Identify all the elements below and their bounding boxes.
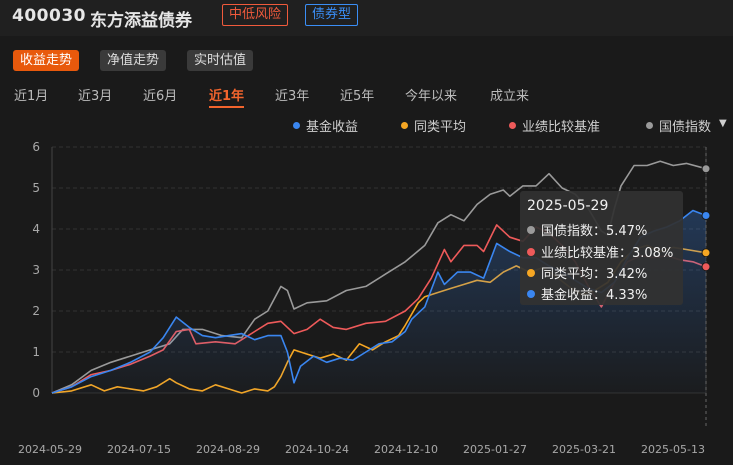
legend-fund-return[interactable]: 基金收益 bbox=[293, 116, 358, 135]
legend-treasury-index[interactable]: 国债指数 bbox=[646, 116, 711, 135]
tooltip-date: 2025-05-29 bbox=[527, 198, 609, 214]
x-tick-label: 2024-05-29 bbox=[18, 443, 82, 456]
fund-code: 400030 bbox=[12, 6, 86, 26]
y-tick-label: 6 bbox=[32, 140, 40, 154]
fund-name: 东方添益债券 bbox=[90, 11, 192, 31]
tooltip-peer-value: 同类平均：3.42% bbox=[541, 267, 648, 282]
y-tick-label: 0 bbox=[32, 386, 40, 400]
legend-dot-icon bbox=[646, 122, 653, 129]
chevron-down-icon[interactable]: ▼ bbox=[719, 118, 727, 129]
x-tick-label: 2024-10-24 bbox=[285, 443, 349, 456]
legend-dot-icon bbox=[293, 122, 300, 129]
period-3m[interactable]: 近3月 bbox=[78, 85, 112, 104]
legend-label: 业绩比较基准 bbox=[522, 120, 601, 135]
legend-dot-icon bbox=[509, 122, 516, 129]
type-badge: 债券型 bbox=[305, 4, 359, 26]
y-tick-label: 1 bbox=[32, 345, 40, 359]
tooltip-row-fund: 基金收益：4.33% bbox=[527, 284, 647, 303]
x-tick-label: 2024-07-15 bbox=[107, 443, 171, 456]
y-tick-label: 4 bbox=[32, 222, 40, 236]
legend-peer-average[interactable]: 同类平均 bbox=[401, 116, 466, 135]
tab-nav-trend[interactable]: 净值走势 bbox=[100, 50, 167, 71]
x-tick-label: 2024-08-29 bbox=[196, 443, 260, 456]
legend-label: 同类平均 bbox=[414, 120, 467, 135]
legend-dot-icon bbox=[401, 122, 408, 129]
legend-benchmark[interactable]: 业绩比较基准 bbox=[509, 116, 600, 135]
tooltip-treasury-value: 国债指数：5.47% bbox=[541, 224, 648, 239]
y-tick-label: 2 bbox=[32, 304, 40, 318]
risk-badge: 中低风险 bbox=[222, 4, 289, 26]
period-1y[interactable]: 近1年 bbox=[209, 85, 245, 108]
tooltip-dot-icon bbox=[527, 225, 535, 234]
y-tick-label: 5 bbox=[32, 181, 40, 195]
tooltip-row-benchmark: 业绩比较基准：3.08% bbox=[527, 242, 673, 261]
tab-realtime-estimate[interactable]: 实时估值 bbox=[187, 50, 254, 71]
x-tick-label: 2025-01-27 bbox=[463, 443, 527, 456]
x-tick-label: 2025-05-13 bbox=[641, 443, 705, 456]
x-tick-label: 2024-12-10 bbox=[374, 443, 438, 456]
hover-point bbox=[701, 248, 711, 258]
legend-label: 基金收益 bbox=[306, 120, 359, 135]
tooltip-dot-icon bbox=[527, 268, 535, 277]
tooltip-dot-icon bbox=[527, 289, 535, 298]
period-ytd[interactable]: 今年以来 bbox=[405, 85, 457, 104]
tooltip-dot-icon bbox=[527, 247, 535, 256]
tooltip-row-treasury: 国债指数：5.47% bbox=[527, 220, 647, 239]
tab-return-trend[interactable]: 收益走势 bbox=[13, 50, 80, 71]
legend-label: 国债指数 bbox=[659, 120, 712, 135]
tooltip-fund-value: 基金收益：4.33% bbox=[541, 288, 648, 303]
tooltip-benchmark-value: 业绩比较基准：3.08% bbox=[541, 246, 674, 261]
period-6m[interactable]: 近6月 bbox=[143, 85, 177, 104]
period-since-inception[interactable]: 成立来 bbox=[490, 85, 529, 104]
hover-point bbox=[701, 210, 711, 220]
hover-point bbox=[701, 262, 711, 272]
y-tick-label: 3 bbox=[32, 263, 40, 277]
period-1m[interactable]: 近1月 bbox=[14, 85, 48, 104]
tooltip: 2025-05-29 国债指数：5.47% 业绩比较基准：3.08% 同类平均：… bbox=[520, 191, 683, 305]
period-5y[interactable]: 近5年 bbox=[340, 85, 374, 104]
header-bar: 400030 东方添益债券 中低风险 债券型 bbox=[0, 0, 733, 36]
x-tick-label: 2025-03-21 bbox=[552, 443, 616, 456]
period-3y[interactable]: 近3年 bbox=[275, 85, 309, 104]
tooltip-row-peer: 同类平均：3.42% bbox=[527, 263, 647, 282]
hover-point bbox=[701, 164, 711, 174]
